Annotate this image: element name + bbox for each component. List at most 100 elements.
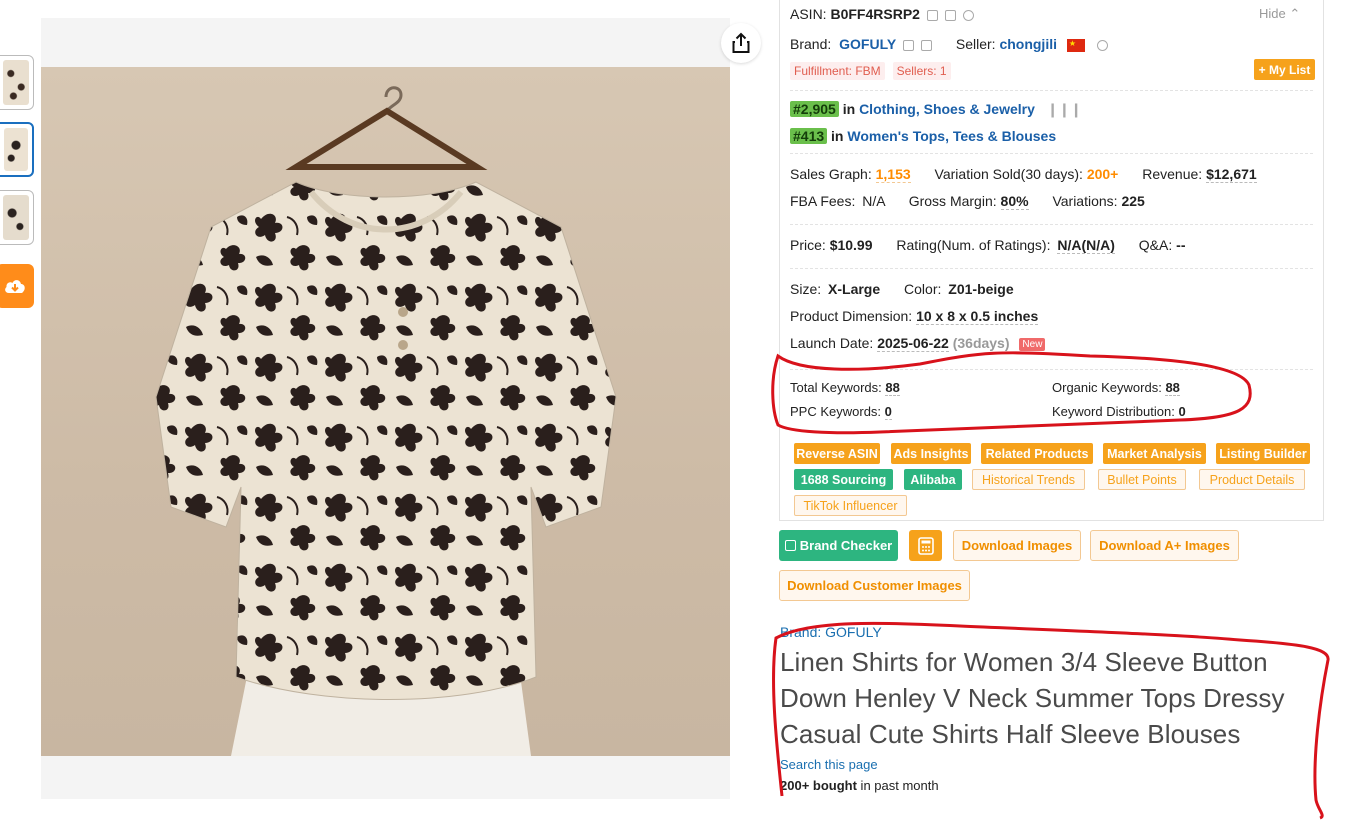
hide-label: Hide (1259, 6, 1286, 21)
brand-link[interactable]: GOFULY (839, 36, 896, 52)
product-title: Linen Shirts for Women 3/4 Sleeve Button… (780, 647, 1285, 749)
asin-label: ASIN: (790, 6, 827, 22)
product-image[interactable] (41, 67, 730, 756)
ppc-keywords-value[interactable]: 0 (884, 404, 892, 420)
location-icon[interactable] (962, 9, 974, 21)
chevron-up-icon: ⌃ (1289, 6, 1301, 21)
thumbnail-image (4, 128, 28, 171)
listing-title-block: Brand: GOFULY Linen Shirts for Women 3/4… (780, 624, 1320, 793)
rank-in-text: in (842, 101, 856, 117)
listing-builder-button[interactable]: Listing Builder (1216, 443, 1310, 464)
bullet-points-button[interactable]: Bullet Points (1098, 469, 1186, 490)
launch-date-value: 2025-06-22 (877, 335, 949, 352)
alibaba-button[interactable]: Alibaba (904, 469, 962, 490)
seller-label: Seller: (955, 36, 996, 52)
fees-row: FBA Fees: N/A Gross Margin: 80% Variatio… (790, 193, 1145, 210)
brand-checker-button[interactable]: Brand Checker (779, 530, 898, 561)
checkbox-icon (784, 540, 796, 551)
gross-margin-value: 80% (1000, 193, 1029, 210)
thumbnail-image (3, 195, 29, 240)
divider (790, 153, 1313, 154)
price-row: Price: $10.99 Rating(Num. of Ratings): N… (790, 237, 1186, 254)
rank-category-link[interactable]: Women's Tops, Tees & Blouses (847, 128, 1056, 144)
divider (790, 268, 1313, 269)
total-keywords-label: Total Keywords: (790, 380, 882, 395)
tiktok-influencer-button[interactable]: TikTok Influencer (794, 495, 907, 516)
brand-label: Brand: (790, 36, 832, 52)
rank-badge: #2,905 (790, 101, 839, 117)
fba-fees-value: N/A (862, 193, 885, 209)
launch-date-row: Launch Date: 2025-06-22 (36days) New (790, 335, 1046, 352)
share-button[interactable] (721, 23, 761, 63)
asin-value[interactable]: B0FF4RSRP2 (830, 6, 919, 22)
ads-insights-button[interactable]: Ads Insights (891, 443, 971, 464)
calculator-button[interactable] (909, 530, 942, 561)
variations-label: Variations: (1052, 193, 1118, 209)
hide-toggle[interactable]: Hide ⌃ (1259, 6, 1300, 22)
new-badge: New (1019, 337, 1046, 351)
sellers-count-tag[interactable]: Sellers: 1 (892, 62, 951, 80)
cloud-download-button[interactable] (0, 264, 34, 308)
dimension-value: 10 x 8 x 0.5 inches (916, 308, 1039, 325)
gross-margin-label: Gross Margin: (908, 193, 997, 209)
variation-sold-label: Variation Sold(30 days): (934, 166, 1083, 182)
variations-value: 225 (1121, 193, 1145, 209)
location-icon[interactable] (1096, 39, 1108, 51)
calculator-icon (917, 536, 934, 555)
size-color-row: Size: X-Large Color: Z01-beige (790, 281, 1014, 297)
historical-trends-button[interactable]: Historical Trends (972, 469, 1085, 490)
organic-keywords: Organic Keywords: 88 (1052, 380, 1180, 396)
sales-row: Sales Graph: 1,153 Variation Sold(30 day… (790, 166, 1257, 183)
total-keywords: Total Keywords: 88 (790, 380, 900, 396)
download-images-button[interactable]: Download Images (953, 530, 1081, 561)
rank-in-text: in (831, 128, 844, 144)
thumbnail-2[interactable] (0, 122, 34, 177)
sourcing-1688-button[interactable]: 1688 Sourcing (794, 469, 893, 490)
brand-store-link[interactable]: Brand: GOFULY (780, 624, 1320, 640)
size-label: Size: (790, 281, 822, 297)
qa-value: -- (1176, 237, 1186, 253)
asin-row: ASIN: B0FF4RSRP2 (790, 6, 974, 22)
share-icon (732, 32, 750, 53)
add-to-my-list-button[interactable]: + My List (1254, 59, 1315, 80)
thumbnail-image (3, 60, 29, 105)
qa-label: Q&A: (1138, 237, 1173, 253)
launch-date-label: Launch Date: (790, 335, 874, 351)
duplicate-icon[interactable] (944, 9, 956, 21)
thumbnail-3[interactable] (0, 190, 34, 245)
fulfillment-tag: Fulfillment: FBM (790, 62, 885, 80)
reverse-asin-button[interactable]: Reverse ASIN (794, 443, 880, 464)
download-customer-images-button[interactable]: Download Customer Images (779, 570, 970, 601)
thumbnail-1[interactable] (0, 55, 34, 110)
color-label: Color: (904, 281, 942, 297)
external-link-icon[interactable] (920, 39, 932, 51)
market-analysis-button[interactable]: Market Analysis (1103, 443, 1206, 464)
rating-label: Rating(Num. of Ratings): (896, 237, 1051, 253)
organic-keywords-value[interactable]: 88 (1165, 380, 1180, 396)
revenue-label: Revenue: (1142, 166, 1203, 182)
divider (790, 224, 1313, 225)
copy-icon[interactable] (903, 39, 915, 51)
dimension-label: Product Dimension: (790, 308, 913, 324)
keyword-distribution-value[interactable]: 0 (1178, 404, 1186, 420)
copy-icon[interactable] (926, 9, 938, 21)
sales-graph-value[interactable]: 1,153 (875, 166, 911, 183)
related-products-button[interactable]: Related Products (981, 443, 1093, 464)
size-value: X-Large (828, 281, 881, 297)
download-aplus-images-button[interactable]: Download A+ Images (1090, 530, 1239, 561)
search-this-page-link[interactable]: Search this page (780, 757, 1320, 772)
rank-row-2: #413 in Women's Tops, Tees & Blouses (790, 128, 1056, 144)
tags-row: Fulfillment: FBM Sellers: 1 (790, 62, 951, 80)
brand-checker-label: Brand Checker (799, 538, 893, 553)
sales-graph-label: Sales Graph: (790, 166, 872, 182)
total-keywords-value[interactable]: 88 (885, 380, 900, 396)
divider (790, 90, 1313, 91)
product-details-button[interactable]: Product Details (1199, 469, 1305, 490)
price-value: $10.99 (829, 237, 873, 253)
seller-link[interactable]: chongjili (999, 36, 1057, 52)
product-info-panel: ASIN: B0FF4RSRP2 Hide ⌃ Brand: GOFULY Se… (779, 0, 1324, 521)
bar-chart-icon[interactable]: ❙❙❙ (1047, 101, 1082, 117)
ppc-keywords: PPC Keywords: 0 (790, 404, 892, 420)
cloud-download-icon (5, 280, 25, 293)
rank-category-link[interactable]: Clothing, Shoes & Jewelry (859, 101, 1035, 117)
